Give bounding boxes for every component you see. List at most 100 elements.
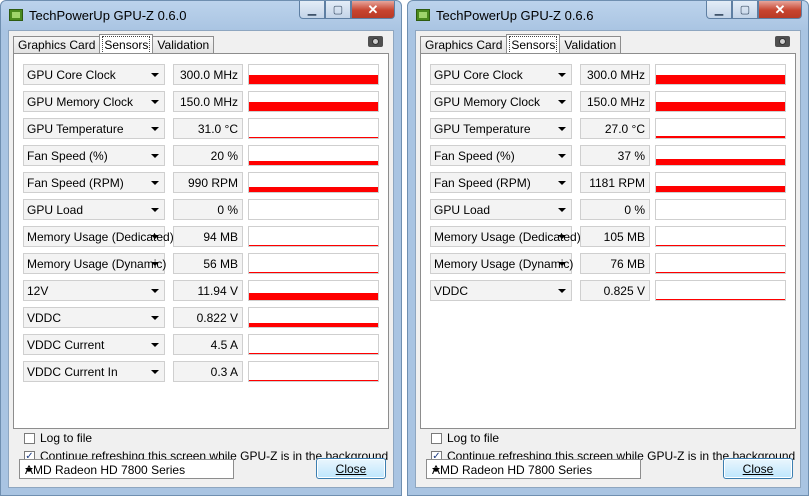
sensor-name-dropdown[interactable]: GPU Core Clock	[23, 64, 165, 85]
sensor-name-dropdown[interactable]: VDDC	[430, 280, 572, 301]
chevron-down-icon[interactable]	[558, 208, 566, 212]
sensor-value: 76 MB	[580, 253, 650, 274]
chevron-down-icon[interactable]	[558, 289, 566, 293]
close-icon[interactable]: ✕	[758, 1, 802, 19]
sensors-panel: GPU Core Clock 300.0 MHz GPU Memory Clock 1…	[13, 53, 389, 429]
sensor-value-text: 300.0 MHz	[586, 68, 645, 82]
sensor-row: Memory Usage (Dynamic) 76 MB	[430, 253, 786, 274]
chevron-down-icon[interactable]	[558, 262, 566, 266]
sensor-name-dropdown[interactable]: VDDC Current	[23, 334, 165, 355]
tab-sensors[interactable]: Sensors	[506, 34, 561, 54]
chevron-down-icon[interactable]	[151, 343, 159, 347]
tab-graphics-card[interactable]: Graphics Card	[420, 36, 508, 53]
chevron-down-icon[interactable]	[558, 100, 566, 104]
sensor-row: VDDC Current In 0.3 A	[23, 361, 379, 382]
close-icon[interactable]: ✕	[351, 1, 395, 19]
sensor-name-label: VDDC	[434, 284, 469, 298]
checkbox-box[interactable]	[431, 432, 442, 444]
chevron-down-icon[interactable]	[151, 289, 159, 293]
sensor-name-dropdown[interactable]: GPU Temperature	[430, 118, 572, 139]
log-to-file-checkbox[interactable]: Log to file	[24, 431, 92, 445]
sensor-name-dropdown[interactable]: GPU Temperature	[23, 118, 165, 139]
log-to-file-checkbox[interactable]: Log to file	[431, 431, 499, 445]
sensor-name-dropdown[interactable]: GPU Core Clock	[430, 64, 572, 85]
sensor-name-dropdown[interactable]: GPU Memory Clock	[23, 91, 165, 112]
chevron-down-icon[interactable]	[151, 100, 159, 104]
sensor-name-dropdown[interactable]: GPU Load	[23, 199, 165, 220]
chevron-down-icon[interactable]	[151, 154, 159, 158]
chevron-down-icon[interactable]	[558, 127, 566, 131]
sensor-graph-fill	[656, 159, 785, 165]
chevron-down-icon[interactable]	[558, 235, 566, 239]
title-bar: TechPowerUp GPU-Z 0.6.0 ▁ ▢ ✕	[1, 1, 401, 29]
sensor-graph	[655, 226, 786, 247]
minimize-icon[interactable]: ▁	[706, 1, 732, 19]
maximize-icon[interactable]: ▢	[732, 1, 758, 19]
sensor-name-dropdown[interactable]: Memory Usage (Dedicated)	[430, 226, 581, 247]
sensor-row: GPU Load 0 %	[430, 199, 786, 220]
gpu-select-value: AMD Radeon HD 7800 Series	[432, 463, 593, 477]
sensor-row: GPU Core Clock 300.0 MHz	[430, 64, 786, 85]
tab-validation[interactable]: Validation	[152, 36, 215, 53]
camera-icon[interactable]	[775, 36, 790, 47]
sensor-name-label: VDDC	[27, 311, 62, 325]
sensor-value: 94 MB	[173, 226, 243, 247]
sensor-graph	[655, 64, 786, 85]
minimize-icon[interactable]: ▁	[299, 1, 325, 19]
gpu-z-app-icon	[416, 9, 430, 21]
sensor-name-label: Fan Speed (%)	[27, 149, 108, 163]
maximize-icon[interactable]: ▢	[325, 1, 351, 19]
sensor-name-dropdown[interactable]: 12V	[23, 280, 165, 301]
sensor-graph-fill	[249, 293, 378, 300]
sensor-name-dropdown[interactable]: Fan Speed (%)	[430, 145, 572, 166]
sensor-name-dropdown[interactable]: GPU Memory Clock	[430, 91, 572, 112]
sensor-name-label: GPU Memory Clock	[434, 95, 541, 109]
sensor-name-dropdown[interactable]: VDDC	[23, 307, 165, 328]
gpu-select-dropdown[interactable]: AMD Radeon HD 7800 Series	[19, 459, 234, 479]
sensor-value-text: 56 MB	[203, 257, 238, 271]
sensor-name-dropdown[interactable]: VDDC Current In	[23, 361, 165, 382]
chevron-down-icon[interactable]	[151, 235, 159, 239]
chevron-down-icon[interactable]	[558, 73, 566, 77]
sensor-name-dropdown[interactable]: Fan Speed (RPM)	[23, 172, 165, 193]
sensor-graph	[655, 118, 786, 139]
sensor-row: Fan Speed (%) 20 %	[23, 145, 379, 166]
close-button[interactable]: Close	[723, 458, 793, 479]
chevron-down-icon[interactable]	[151, 316, 159, 320]
chevron-down-icon[interactable]	[558, 181, 566, 185]
sensor-value: 37 %	[580, 145, 650, 166]
sensor-graph	[655, 145, 786, 166]
tab-sensors[interactable]: Sensors	[99, 34, 154, 54]
sensor-name-dropdown[interactable]: Memory Usage (Dynamic)	[23, 253, 166, 274]
checkbox-box[interactable]	[24, 432, 35, 444]
gpu-select-dropdown[interactable]: AMD Radeon HD 7800 Series	[426, 459, 641, 479]
sensor-graph	[655, 91, 786, 112]
chevron-down-icon[interactable]	[151, 181, 159, 185]
sensor-name-label: VDDC Current In	[27, 365, 118, 379]
chevron-down-icon[interactable]	[151, 127, 159, 131]
sensor-graph-fill	[656, 136, 785, 138]
sensor-graph	[248, 226, 379, 247]
tab-validation[interactable]: Validation	[559, 36, 622, 53]
tab-graphics-card[interactable]: Graphics Card	[13, 36, 101, 53]
close-button[interactable]: Close	[316, 458, 386, 479]
camera-icon[interactable]	[368, 36, 383, 47]
chevron-down-icon[interactable]	[151, 208, 159, 212]
sensor-value-text: 0.822 V	[196, 311, 238, 325]
window-controls: ▁ ▢ ✕	[706, 1, 802, 20]
sensor-name-dropdown[interactable]: Memory Usage (Dedicated)	[23, 226, 174, 247]
gpu-z-app-icon	[9, 9, 23, 21]
sensor-name-dropdown[interactable]: Fan Speed (RPM)	[430, 172, 572, 193]
sensor-name-dropdown[interactable]: Memory Usage (Dynamic)	[430, 253, 573, 274]
chevron-down-icon[interactable]	[25, 468, 33, 472]
chevron-down-icon[interactable]	[558, 154, 566, 158]
sensor-value-text: 37 %	[617, 149, 645, 163]
chevron-down-icon[interactable]	[151, 73, 159, 77]
sensor-name-dropdown[interactable]: GPU Load	[430, 199, 572, 220]
tab-label: Sensors	[102, 35, 151, 54]
chevron-down-icon[interactable]	[151, 262, 159, 266]
chevron-down-icon[interactable]	[151, 370, 159, 374]
sensor-name-dropdown[interactable]: Fan Speed (%)	[23, 145, 165, 166]
sensor-value: 300.0 MHz	[580, 64, 650, 85]
chevron-down-icon[interactable]	[432, 468, 440, 472]
